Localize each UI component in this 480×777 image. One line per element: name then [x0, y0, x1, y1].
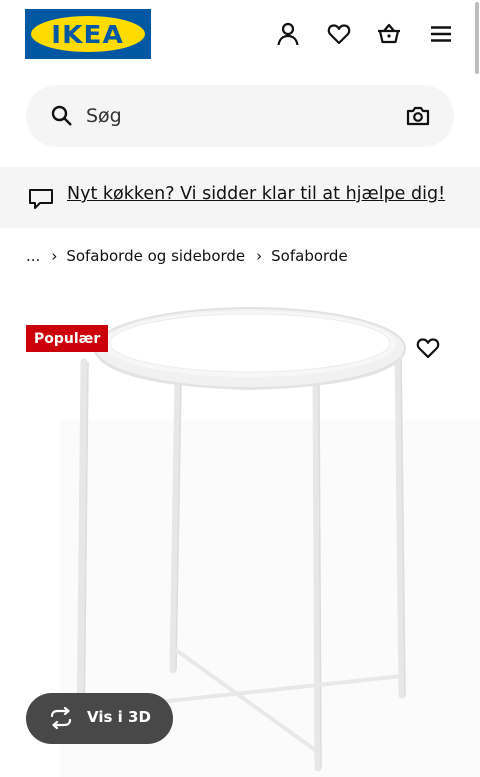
header: IKEA: [0, 0, 480, 74]
breadcrumb-item-sofaborde-og-sideborde[interactable]: Sofaborde og sideborde: [66, 247, 245, 265]
promo-banner: Nyt køkken? Vi sidder klar til at hjælpe…: [0, 167, 480, 228]
heart-icon[interactable]: [326, 21, 352, 47]
breadcrumb-ellipsis[interactable]: ...: [26, 247, 40, 265]
basket-icon[interactable]: [376, 21, 402, 47]
user-icon[interactable]: [275, 21, 301, 47]
search-input[interactable]: [86, 99, 386, 133]
favorite-heart-icon[interactable]: [415, 336, 441, 360]
breadcrumb-separator: ›: [256, 247, 263, 265]
banner-link[interactable]: Nyt køkken? Vi sidder klar til at hjælpe…: [67, 184, 445, 204]
logo-oval: IKEA: [31, 16, 145, 52]
logo-text: IKEA: [51, 19, 125, 49]
menu-icon[interactable]: [428, 21, 454, 47]
chat-icon: [29, 189, 53, 209]
breadcrumb: ... › Sofaborde og sideborde › Sofaborde: [26, 245, 348, 267]
search-bar[interactable]: [26, 85, 454, 147]
rotate-3d-icon: [50, 706, 72, 730]
camera-icon[interactable]: [405, 103, 431, 129]
breadcrumb-separator: ›: [51, 247, 58, 265]
ikea-logo[interactable]: IKEA: [25, 9, 151, 59]
search-icon: [51, 105, 72, 126]
scrollbar[interactable]: [475, 2, 479, 74]
breadcrumb-item-sofaborde[interactable]: Sofaborde: [271, 247, 348, 265]
view-in-3d-button[interactable]: Vis i 3D: [26, 693, 173, 744]
view-in-3d-label: Vis i 3D: [87, 708, 151, 726]
popular-badge: Populær: [26, 325, 109, 352]
